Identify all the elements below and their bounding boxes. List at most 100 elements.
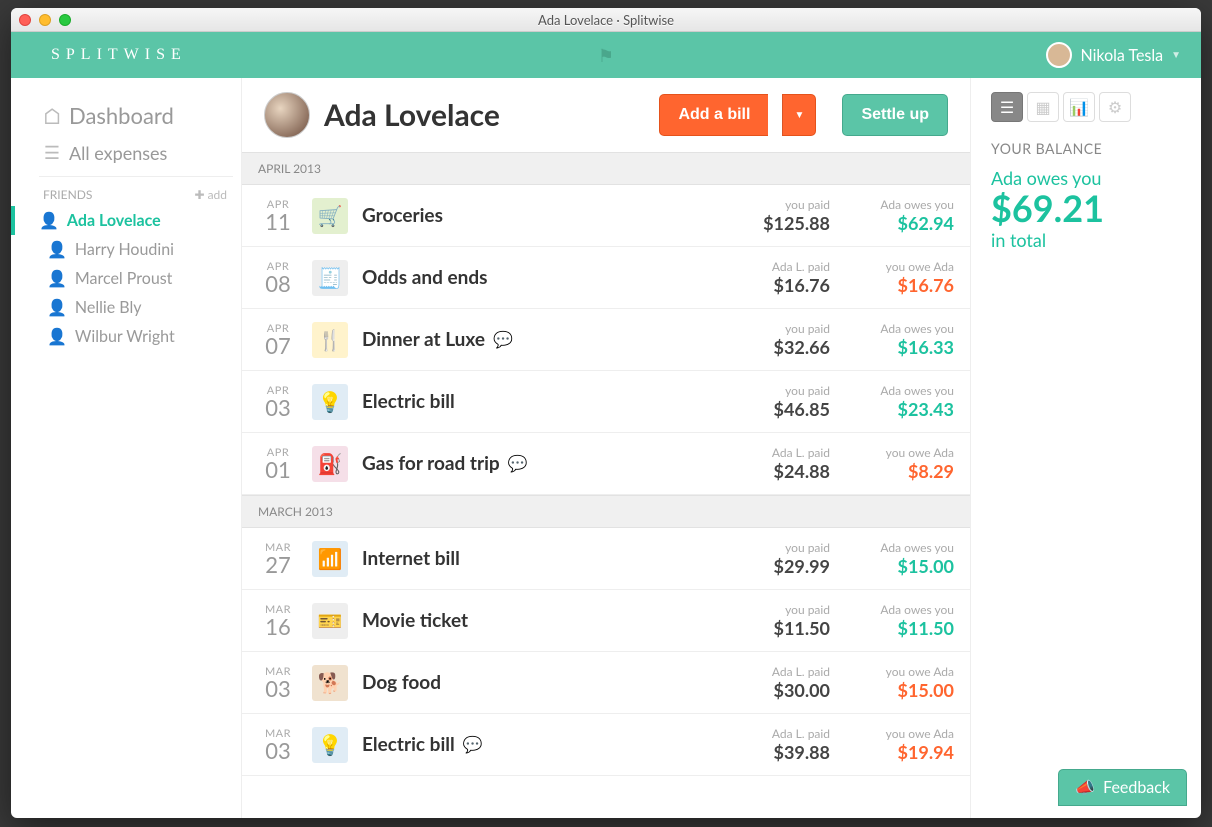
paid-column: Ada L. paid $30.00 [720, 664, 830, 701]
friend-avatar [264, 92, 310, 138]
sidebar-friend-item[interactable]: 👤 Harry Houdini [39, 235, 233, 264]
expense-date: APR 11 [258, 198, 298, 233]
expense-row[interactable]: APR 03 💡 Electric bill you paid $46.85 A… [242, 371, 970, 433]
sidebar-friend-item[interactable]: 👤Wilbur Wright [39, 322, 233, 351]
comment-icon: 💬 [508, 454, 528, 473]
view-calendar-tab[interactable]: ▦ [1027, 92, 1059, 122]
category-icon: 🧾 [312, 260, 348, 296]
owed-column: you owe Ada $15.00 [844, 664, 954, 701]
megaphone-icon: 📣 [1075, 778, 1095, 797]
person-icon: 👤 [47, 269, 67, 288]
person-icon: 👤 [47, 298, 67, 317]
comment-icon: 💬 [463, 735, 483, 754]
owed-column: you owe Ada $8.29 [844, 445, 954, 482]
owed-column: you owe Ada $16.76 [844, 259, 954, 296]
expense-row[interactable]: MAR 03 💡 Electric bill 💬 Ada L. paid $39… [242, 714, 970, 776]
balance-amount: $69.21 [991, 189, 1181, 229]
paid-column: you paid $29.99 [720, 540, 830, 577]
category-icon: ⛽ [312, 446, 348, 482]
expense-row[interactable]: MAR 27 📶 Internet bill you paid $29.99 A… [242, 528, 970, 590]
add-friend-button[interactable]: ✚ add [194, 187, 227, 202]
user-menu[interactable]: Nikola Tesla ▼ [1046, 42, 1181, 68]
person-icon: 👤 [39, 211, 59, 230]
paid-column: Ada L. paid $24.88 [720, 445, 830, 482]
month-header: APRIL 2013 [242, 152, 970, 185]
owed-column: Ada owes you $11.50 [844, 602, 954, 639]
expense-title: Odds and ends [362, 266, 706, 289]
category-icon: 💡 [312, 727, 348, 763]
expense-date: APR 08 [258, 260, 298, 295]
nav-all-expenses[interactable]: ☰ All expenses [39, 135, 233, 170]
category-icon: 📶 [312, 541, 348, 577]
expense-date: APR 07 [258, 322, 298, 357]
window-title: Ada Lovelace · Splitwise [11, 12, 1201, 28]
owed-column: you owe Ada $19.94 [844, 726, 954, 763]
add-bill-dropdown[interactable]: ▼ [782, 94, 816, 136]
friend-name: Harry Houdini [75, 240, 174, 259]
category-icon: 💡 [312, 384, 348, 420]
caret-down-icon: ▼ [794, 109, 804, 121]
owed-column: Ada owes you $23.43 [844, 383, 954, 420]
user-name: Nikola Tesla [1080, 46, 1163, 65]
sidebar: ⌂ Dashboard ☰ All expenses FRIENDS ✚ add… [11, 78, 241, 818]
main-panel: Ada Lovelace Add a bill ▼ Settle up APRI… [241, 78, 971, 818]
expense-title: Groceries [362, 204, 706, 227]
home-icon: ⌂ [43, 102, 61, 129]
paid-column: Ada L. paid $16.76 [720, 259, 830, 296]
settle-up-button[interactable]: Settle up [842, 94, 948, 136]
expense-row[interactable]: APR 08 🧾 Odds and ends Ada L. paid $16.7… [242, 247, 970, 309]
friend-name: Nellie Bly [75, 298, 142, 317]
comment-icon: 💬 [493, 330, 513, 349]
expense-title: Dinner at Luxe 💬 [362, 328, 706, 351]
app-logo[interactable]: SPLITWISE [51, 46, 187, 64]
person-icon: 👤 [47, 327, 67, 346]
category-icon: 🛒 [312, 198, 348, 234]
view-settings-tab[interactable]: ⚙ [1099, 92, 1131, 122]
sidebar-friend-item[interactable]: 👤 Marcel Proust [39, 264, 233, 293]
friend-name: Marcel Proust [75, 269, 173, 288]
view-list-tab[interactable]: ☰ [991, 92, 1023, 122]
expense-date: APR 01 [258, 446, 298, 481]
expense-date: MAR 03 [258, 727, 298, 762]
right-panel: ☰ ▦ 📊 ⚙ YOUR BALANCE Ada owes you $69.21… [971, 78, 1201, 818]
expense-title: Electric bill [362, 390, 706, 413]
expense-row[interactable]: APR 11 🛒 Groceries you paid $125.88 Ada … [242, 185, 970, 247]
expense-title: Movie ticket [362, 609, 706, 632]
paid-column: you paid $32.66 [720, 321, 830, 358]
expense-title: Dog food [362, 671, 706, 694]
nav-dashboard[interactable]: ⌂ Dashboard [39, 96, 233, 135]
paid-column: you paid $11.50 [720, 602, 830, 639]
expense-title: Gas for road trip 💬 [362, 452, 706, 475]
balance-heading: YOUR BALANCE [991, 140, 1181, 157]
expense-date: APR 03 [258, 384, 298, 419]
feedback-button[interactable]: 📣 Feedback [1058, 769, 1187, 806]
view-chart-tab[interactable]: 📊 [1063, 92, 1095, 122]
user-avatar [1046, 42, 1072, 68]
paid-column: you paid $46.85 [720, 383, 830, 420]
expense-date: MAR 16 [258, 603, 298, 638]
expense-date: MAR 03 [258, 665, 298, 700]
category-icon: 🍴 [312, 322, 348, 358]
month-header: MARCH 2013 [242, 495, 970, 528]
expense-row[interactable]: APR 01 ⛽ Gas for road trip 💬 Ada L. paid… [242, 433, 970, 495]
expense-row[interactable]: MAR 03 🐕 Dog food Ada L. paid $30.00 you… [242, 652, 970, 714]
sidebar-friend-item[interactable]: 👤 Nellie Bly [39, 293, 233, 322]
flag-icon[interactable]: ⚑ [598, 44, 614, 67]
paid-column: Ada L. paid $39.88 [720, 726, 830, 763]
chevron-down-icon: ▼ [1171, 49, 1181, 61]
balance-suffix: in total [991, 229, 1181, 251]
app-header: SPLITWISE ⚑ Nikola Tesla ▼ [11, 32, 1201, 78]
sidebar-friend-item[interactable]: 👤 Ada Lovelace [11, 206, 233, 235]
sidebar-friends-header: FRIENDS ✚ add [39, 176, 233, 206]
page-title: Ada Lovelace [324, 97, 645, 133]
category-icon: 🎫 [312, 603, 348, 639]
friend-name: Ada Lovelace [67, 211, 161, 230]
owed-column: Ada owes you $16.33 [844, 321, 954, 358]
person-icon: 👤 [47, 240, 67, 259]
expense-row[interactable]: MAR 16 🎫 Movie ticket you paid $11.50 Ad… [242, 590, 970, 652]
paid-column: you paid $125.88 [720, 197, 830, 234]
expense-title: Internet bill [362, 547, 706, 570]
expense-row[interactable]: APR 07 🍴 Dinner at Luxe 💬 you paid $32.6… [242, 309, 970, 371]
owed-column: Ada owes you $62.94 [844, 197, 954, 234]
add-bill-button[interactable]: Add a bill [659, 94, 768, 136]
